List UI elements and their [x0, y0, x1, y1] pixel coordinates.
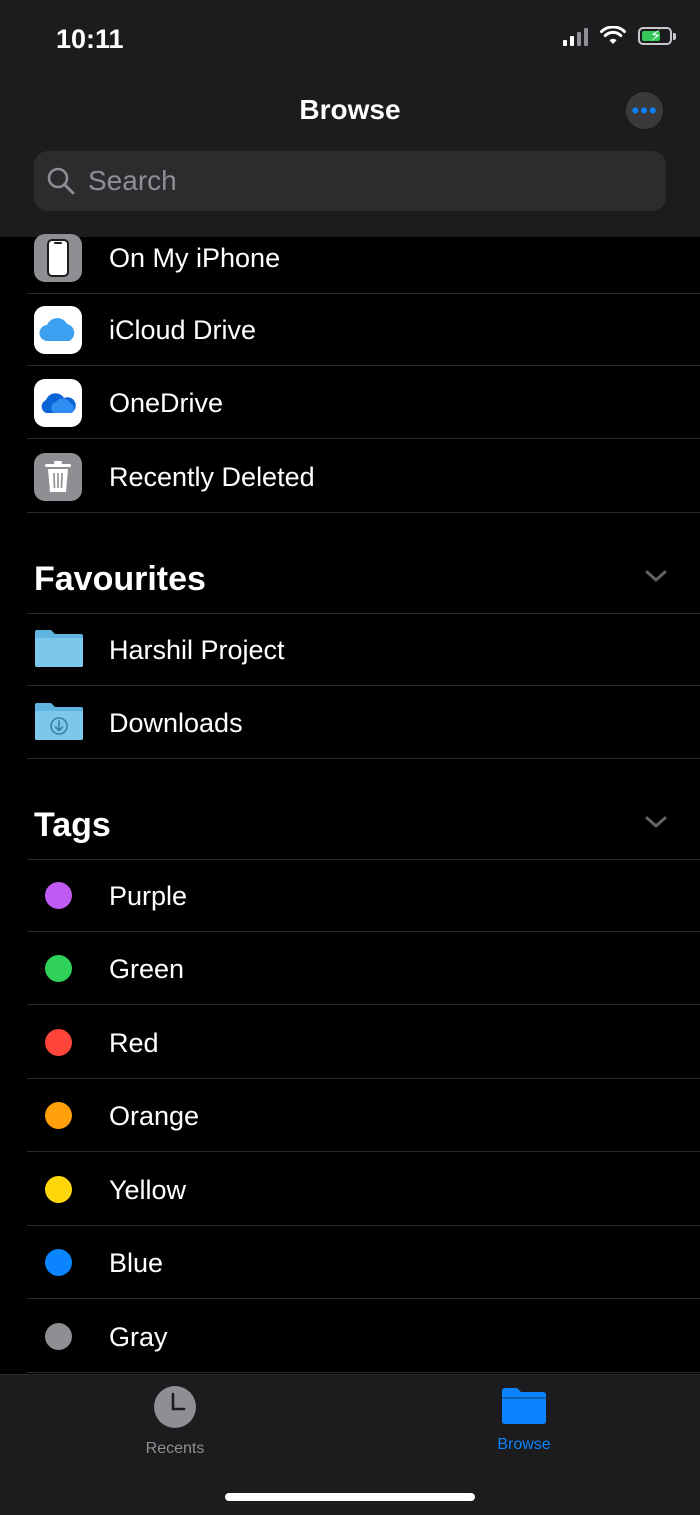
tag-row-gray[interactable]: Gray	[27, 1301, 700, 1373]
tags-section-header[interactable]: Tags	[27, 800, 700, 860]
navigation-header: 10:11 ⚡ Browse ••• Search	[0, 0, 700, 237]
clock-icon	[154, 1386, 196, 1428]
icloud-icon	[34, 306, 82, 354]
chevron-down-icon	[645, 816, 667, 828]
cellular-signal-icon	[563, 26, 588, 46]
battery-icon: ⚡	[638, 27, 676, 45]
tab-label: Recents	[145, 1440, 205, 1457]
tag-label: Purple	[109, 881, 188, 911]
location-row-icloud-drive[interactable]: iCloud Drive	[27, 294, 700, 366]
tag-row-blue[interactable]: Blue	[27, 1227, 700, 1299]
folder-filled-icon	[502, 1388, 546, 1424]
iphone-icon	[34, 234, 82, 282]
location-label: Recently Deleted	[109, 462, 315, 492]
tag-color-dot	[45, 882, 72, 909]
location-label: On My iPhone	[109, 243, 281, 273]
tag-label: Green	[109, 954, 185, 984]
home-indicator[interactable]	[225, 1493, 475, 1501]
search-placeholder: Search	[88, 165, 177, 196]
tag-color-dot	[45, 955, 72, 982]
location-row-on-my-iphone[interactable]: On My iPhone	[27, 222, 700, 294]
tag-color-dot	[45, 1323, 72, 1350]
trash-icon	[34, 453, 82, 501]
favourite-row-harshil-project[interactable]: Harshil Project	[27, 614, 700, 686]
downloads-folder-icon	[35, 703, 83, 740]
wifi-icon	[600, 26, 626, 44]
favourite-label: Downloads	[109, 708, 243, 738]
chevron-down-icon	[645, 570, 667, 582]
tag-color-dot	[45, 1176, 72, 1203]
location-label: OneDrive	[109, 388, 224, 418]
page-title: Browse	[299, 94, 401, 125]
location-row-recently-deleted[interactable]: Recently Deleted	[27, 441, 700, 513]
tag-row-red[interactable]: Red	[27, 1007, 700, 1079]
tag-label: Orange	[109, 1101, 200, 1131]
search-icon	[47, 167, 75, 195]
more-options-button[interactable]: •••	[626, 92, 663, 129]
tag-label: Red	[109, 1028, 159, 1058]
status-icons: ⚡	[563, 26, 676, 46]
onedrive-icon	[34, 379, 82, 427]
ellipsis-icon: •••	[631, 97, 658, 123]
search-field[interactable]: Search	[34, 151, 666, 211]
favourite-label: Harshil Project	[109, 635, 285, 665]
location-label: iCloud Drive	[109, 315, 257, 345]
tag-row-yellow[interactable]: Yellow	[27, 1154, 700, 1226]
tag-row-purple[interactable]: Purple	[27, 860, 700, 932]
section-title: Tags	[34, 806, 111, 844]
tag-color-dot	[45, 1029, 72, 1056]
location-row-onedrive[interactable]: OneDrive	[27, 367, 700, 439]
tag-color-dot	[45, 1249, 72, 1276]
favourites-section-header[interactable]: Favourites	[27, 554, 700, 614]
status-time: 10:11	[56, 24, 124, 54]
tag-color-dot	[45, 1102, 72, 1129]
tab-label: Browse	[497, 1436, 551, 1453]
tab-recents[interactable]: Recents	[105, 1385, 245, 1458]
tag-row-green[interactable]: Green	[27, 933, 700, 1005]
section-title: Favourites	[34, 560, 206, 598]
tag-label: Yellow	[109, 1175, 187, 1205]
folder-icon	[35, 630, 83, 667]
tag-label: Gray	[109, 1322, 168, 1352]
tab-browse[interactable]: Browse	[454, 1385, 594, 1454]
favourite-row-downloads[interactable]: Downloads	[27, 687, 700, 759]
tag-label: Blue	[109, 1248, 164, 1278]
tag-row-orange[interactable]: Orange	[27, 1080, 700, 1152]
